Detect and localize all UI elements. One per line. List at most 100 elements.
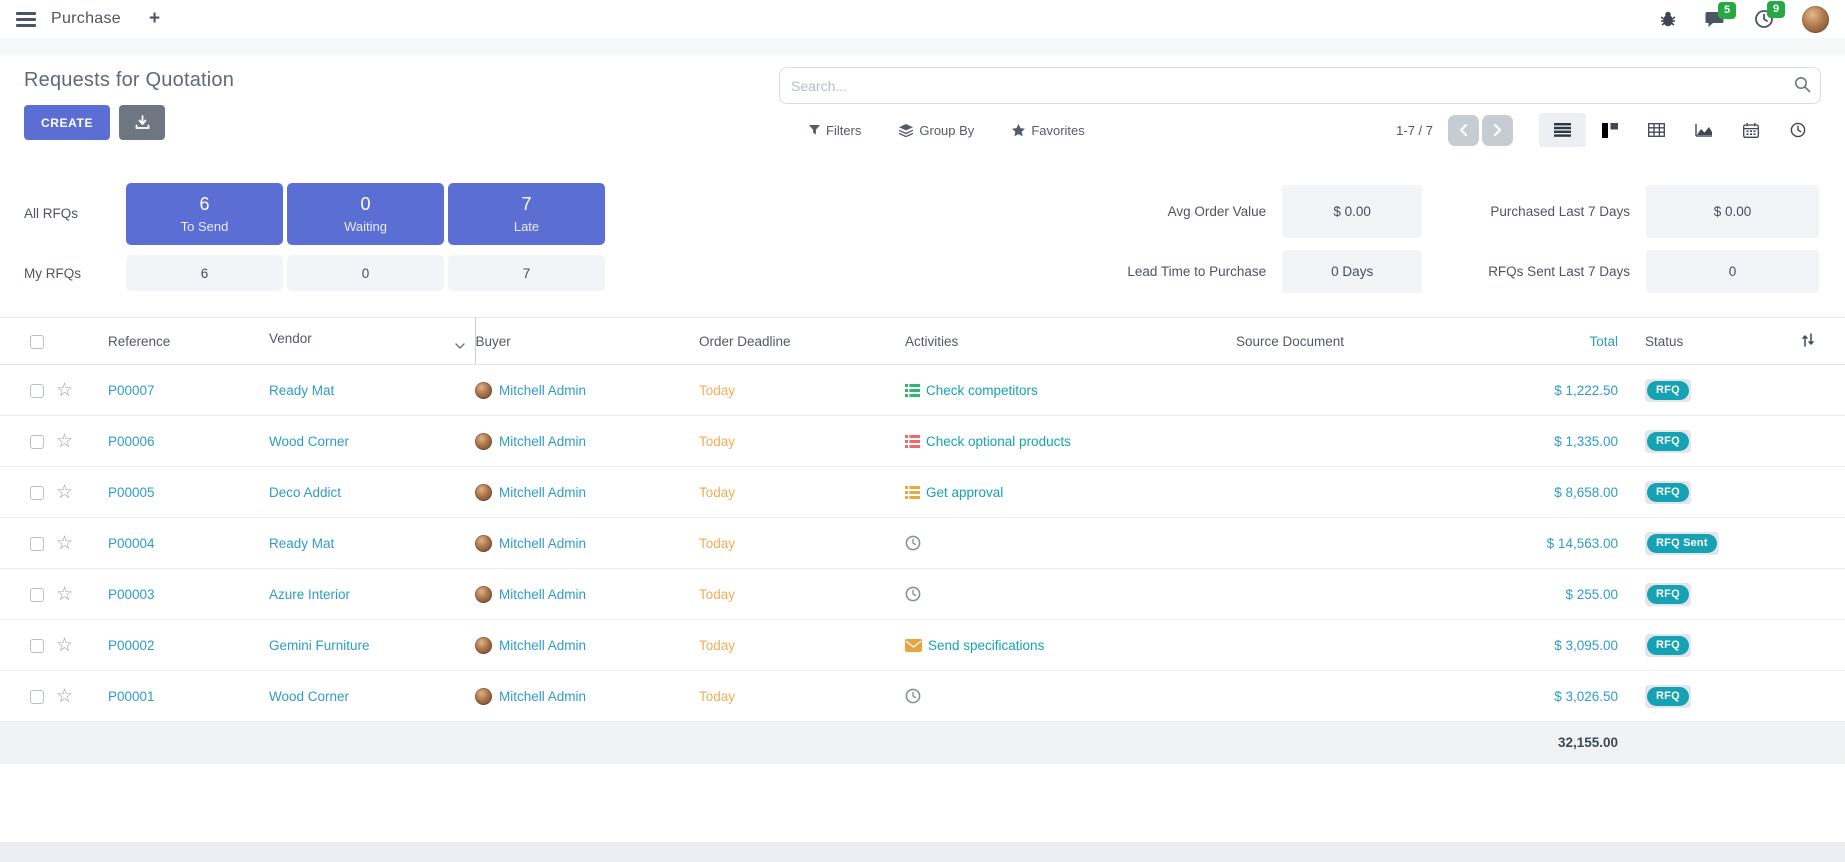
buyer-link[interactable]: Mitchell Admin	[499, 638, 586, 653]
table-row[interactable]: ☆ P00001 Wood Corner Mitchell Admin Toda…	[0, 671, 1845, 722]
buyer-link[interactable]: Mitchell Admin	[499, 383, 586, 398]
vendor-link[interactable]: Wood Corner	[269, 434, 349, 449]
total-column-header[interactable]: Total	[1436, 318, 1620, 365]
table-row[interactable]: ☆ P00004 Ready Mat Mitchell Admin Today …	[0, 518, 1845, 569]
buyer-link[interactable]: Mitchell Admin	[499, 689, 586, 704]
activity-icon-button[interactable]	[905, 638, 922, 653]
vendor-link[interactable]: Azure Interior	[269, 587, 350, 602]
my-to-send-card[interactable]: 6	[126, 255, 283, 291]
activity-view-button[interactable]	[1774, 113, 1821, 147]
pager-previous-button[interactable]	[1448, 115, 1479, 146]
vendor-link[interactable]: Ready Mat	[269, 536, 334, 551]
reference-link[interactable]: P00004	[108, 536, 155, 551]
vendor-link[interactable]: Ready Mat	[269, 383, 334, 398]
favorite-star-icon[interactable]: ☆	[56, 686, 73, 707]
late-card[interactable]: 7 Late	[448, 183, 605, 245]
activity-icon-button[interactable]	[905, 690, 921, 705]
order-deadline-column-header[interactable]: Order Deadline	[699, 318, 905, 365]
activity-icon-button[interactable]	[905, 588, 921, 603]
reference-link[interactable]: P00003	[108, 587, 155, 602]
reference-link[interactable]: P00005	[108, 485, 155, 500]
export-button[interactable]	[119, 105, 165, 140]
row-checkbox[interactable]	[30, 486, 44, 500]
reference-link[interactable]: P00006	[108, 434, 155, 449]
create-button[interactable]: CREATE	[24, 105, 110, 140]
activity-icon-button[interactable]	[905, 537, 921, 552]
tasks-activity-icon	[905, 384, 920, 397]
activity-label[interactable]: Check competitors	[926, 383, 1038, 398]
table-row[interactable]: ☆ P00005 Deco Addict Mitchell Admin Toda…	[0, 467, 1845, 518]
pager-next-button[interactable]	[1482, 115, 1513, 146]
debug-bug-icon[interactable]	[1659, 10, 1677, 28]
favorite-star-icon[interactable]: ☆	[56, 482, 73, 503]
activities-column-header[interactable]: Activities	[905, 318, 1236, 365]
source-document-cell	[1236, 518, 1436, 569]
menu-icon[interactable]	[16, 12, 36, 27]
to-send-card[interactable]: 6 To Send	[126, 183, 283, 245]
buyer-link[interactable]: Mitchell Admin	[499, 485, 586, 500]
source-document-column-header[interactable]: Source Document	[1236, 318, 1436, 365]
reference-link[interactable]: P00001	[108, 689, 155, 704]
rfq-table-body: ☆ P00007 Ready Mat Mitchell Admin Today …	[0, 365, 1845, 722]
favorite-star-icon[interactable]: ☆	[56, 635, 73, 656]
status-column-header[interactable]: Status	[1620, 318, 1770, 365]
search-icon[interactable]	[1794, 76, 1811, 98]
pivot-view-button[interactable]	[1633, 113, 1680, 147]
row-checkbox[interactable]	[30, 690, 44, 704]
select-all-checkbox[interactable]	[30, 335, 44, 349]
activity-label[interactable]: Get approval	[926, 485, 1003, 500]
row-checkbox[interactable]	[30, 588, 44, 602]
row-checkbox[interactable]	[30, 384, 44, 398]
reference-column-header[interactable]: Reference	[108, 318, 269, 365]
search-input[interactable]	[779, 67, 1821, 104]
vendor-link[interactable]: Wood Corner	[269, 689, 349, 704]
buyer-column-header[interactable]: Buyer	[475, 318, 699, 365]
activity-label[interactable]: Send specifications	[928, 638, 1044, 653]
optional-columns-button[interactable]	[1770, 318, 1845, 365]
kanban-view-button[interactable]	[1586, 113, 1633, 147]
reference-link[interactable]: P00007	[108, 383, 155, 398]
calendar-view-button[interactable]	[1727, 113, 1774, 147]
favorite-star-icon[interactable]: ☆	[56, 431, 73, 452]
user-avatar[interactable]	[1802, 6, 1829, 33]
status-badge: RFQ	[1645, 634, 1691, 657]
table-row[interactable]: ☆ P00006 Wood Corner Mitchell Admin Toda…	[0, 416, 1845, 467]
activity-icon-button[interactable]	[905, 485, 920, 500]
favorite-star-icon[interactable]: ☆	[56, 380, 73, 401]
favorite-star-icon[interactable]: ☆	[56, 533, 73, 554]
buyer-avatar	[475, 586, 492, 603]
buyer-link[interactable]: Mitchell Admin	[499, 536, 586, 551]
total-amount: $ 3,095.00	[1554, 638, 1618, 653]
activities-clock-icon[interactable]: 9	[1754, 9, 1774, 29]
my-waiting-card[interactable]: 0	[287, 255, 444, 291]
app-title[interactable]: Purchase	[51, 10, 121, 28]
vendor-column-header[interactable]: Vendor	[269, 318, 475, 365]
list-view-button[interactable]	[1539, 113, 1586, 147]
buyer-link[interactable]: Mitchell Admin	[499, 434, 586, 449]
my-late-card[interactable]: 7	[448, 255, 605, 291]
activity-icon-button[interactable]	[905, 434, 920, 449]
table-row[interactable]: ☆ P00003 Azure Interior Mitchell Admin T…	[0, 569, 1845, 620]
order-deadline-value: Today	[699, 587, 735, 602]
favorite-star-icon[interactable]: ☆	[56, 584, 73, 605]
buyer-link[interactable]: Mitchell Admin	[499, 587, 586, 602]
activity-icon-button[interactable]	[905, 383, 920, 398]
vendor-link[interactable]: Deco Addict	[269, 485, 341, 500]
messages-icon[interactable]: 5	[1705, 10, 1726, 29]
favorites-button[interactable]: Favorites	[1012, 123, 1084, 138]
table-row[interactable]: ☆ P00007 Ready Mat Mitchell Admin Today …	[0, 365, 1845, 416]
row-checkbox[interactable]	[30, 537, 44, 551]
vendor-link[interactable]: Gemini Furniture	[269, 638, 370, 653]
group-by-button[interactable]: Group By	[899, 123, 974, 138]
pager-count: 1-7 / 7	[1396, 123, 1433, 138]
waiting-card[interactable]: 0 Waiting	[287, 183, 444, 245]
new-tab-button[interactable]: +	[149, 8, 160, 30]
row-checkbox[interactable]	[30, 639, 44, 653]
top-navbar: Purchase + 5 9	[0, 0, 1845, 38]
table-row[interactable]: ☆ P00002 Gemini Furniture Mitchell Admin…	[0, 620, 1845, 671]
reference-link[interactable]: P00002	[108, 638, 155, 653]
activity-label[interactable]: Check optional products	[926, 434, 1071, 449]
graph-view-button[interactable]	[1680, 113, 1727, 147]
filters-button[interactable]: Filters	[809, 123, 861, 138]
row-checkbox[interactable]	[30, 435, 44, 449]
